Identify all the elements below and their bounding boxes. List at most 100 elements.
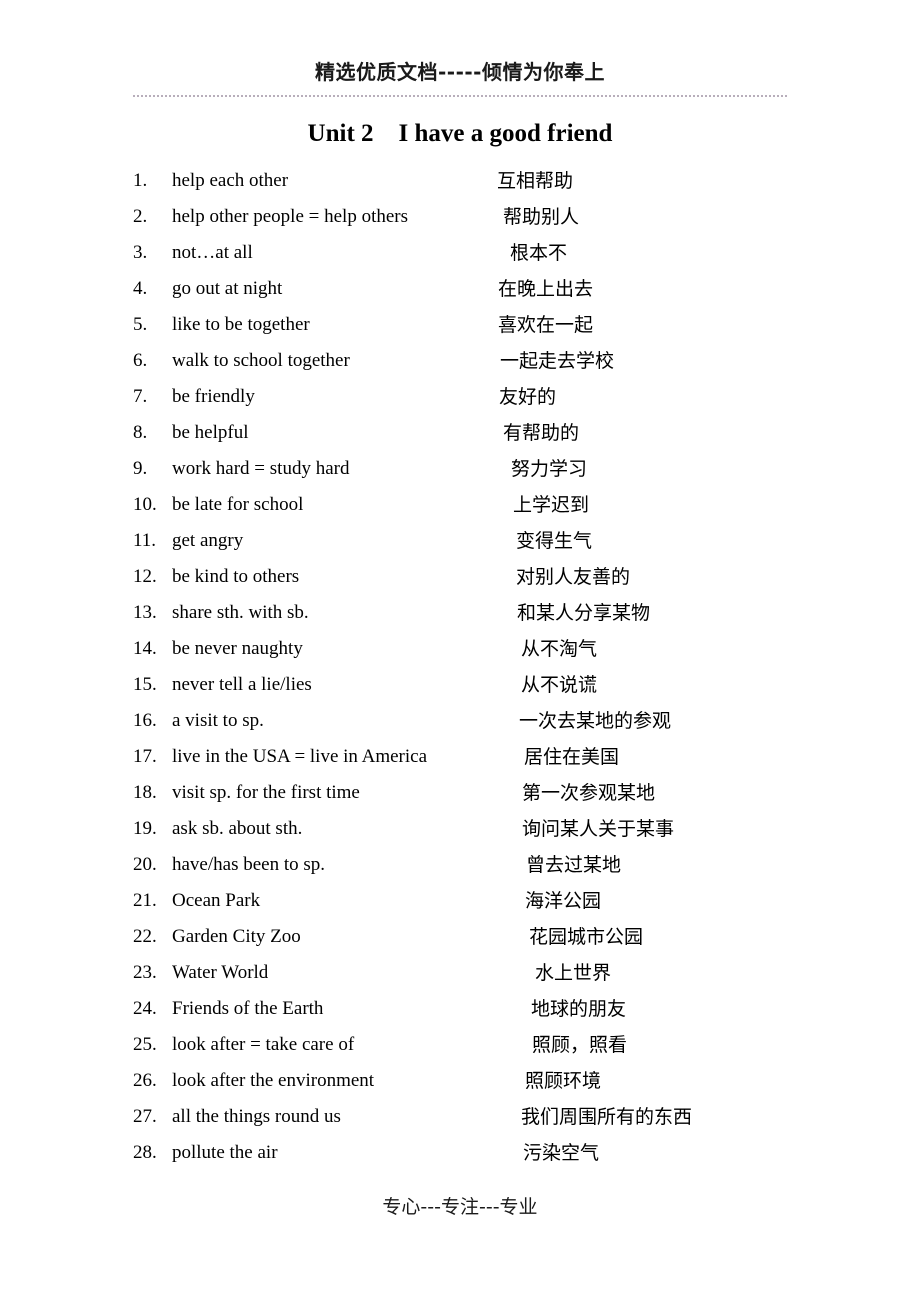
vocab-row: 3. not…at all 根本不 xyxy=(0,235,920,271)
vocab-row-number: 10. xyxy=(133,494,157,515)
vocab-row-english: pollute the air xyxy=(172,1142,278,1163)
vocab-row-chinese: 对别人友善的 xyxy=(516,566,631,588)
vocab-row: 5. like to be together 喜欢在一起 xyxy=(0,307,920,343)
vocab-row: 13. share sth. with sb. 和某人分享某物 xyxy=(0,595,920,631)
vocab-row-english: share sth. with sb. xyxy=(172,602,309,623)
vocab-row-chinese: 照顾环境 xyxy=(525,1070,602,1092)
vocabulary-list: 1. help each other 互相帮助 2. help other people… xyxy=(0,163,920,1171)
vocab-row: 4. go out at night 在晚上出去 xyxy=(0,271,920,307)
vocab-row-number: 15. xyxy=(133,674,157,695)
vocab-row-english: help each other xyxy=(172,170,289,191)
vocab-row: 9. work hard = study hard 努力学习 xyxy=(0,451,920,487)
vocab-row-number: 9. xyxy=(133,458,148,479)
vocab-row: 17. live in the USA = live in America 居住在美… xyxy=(0,739,920,775)
vocab-row-english: Ocean Park xyxy=(172,890,261,911)
vocab-row: 23. Water World 水上世界 xyxy=(0,955,920,991)
vocab-row-chinese: 地球的朋友 xyxy=(531,998,627,1020)
vocab-row: 8. be helpful 有帮助的 xyxy=(0,415,920,451)
vocab-row-number: 20. xyxy=(133,854,157,875)
vocab-row-english: help other people = help others xyxy=(172,206,409,227)
vocab-row: 27. all the things round us 我们周围所有的东西 xyxy=(0,1099,920,1135)
vocab-row: 28. pollute the air 污染空气 xyxy=(0,1135,920,1171)
vocab-row-number: 25. xyxy=(133,1034,157,1055)
vocab-row-chinese: 居住在美国 xyxy=(524,746,620,768)
vocab-row-english: look after = take care of xyxy=(172,1034,355,1055)
vocab-row-number: 28. xyxy=(133,1142,157,1163)
vocab-row-chinese: 第一次参观某地 xyxy=(522,782,656,804)
vocab-row: 24. Friends of the Earth 地球的朋友 xyxy=(0,991,920,1027)
vocab-row-english: go out at night xyxy=(172,278,283,299)
page-header-watermark: 精选优质文档-----倾情为你奉上 xyxy=(314,60,605,84)
vocab-row: 1. help each other 互相帮助 xyxy=(0,163,920,199)
vocab-row-number: 3. xyxy=(133,242,148,263)
vocab-row-number: 27. xyxy=(133,1106,157,1127)
vocab-row-number: 2. xyxy=(133,206,148,227)
vocab-row-english: never tell a lie/lies xyxy=(172,674,312,695)
page-title: Unit 2 I have a good friend xyxy=(307,120,613,147)
vocab-row-chinese: 友好的 xyxy=(499,386,557,408)
vocab-row-english: be friendly xyxy=(172,386,255,407)
vocab-row-number: 18. xyxy=(133,782,157,803)
vocab-row-number: 24. xyxy=(133,998,157,1019)
vocab-row-english: be never naughty xyxy=(172,638,303,659)
vocab-row-chinese: 询问某人关于某事 xyxy=(522,818,675,840)
vocab-row-chinese: 根本不 xyxy=(510,242,568,264)
vocab-row: 2. help other people = help others 帮助别人 xyxy=(0,199,920,235)
vocab-row-chinese: 上学迟到 xyxy=(513,494,590,516)
vocab-row-chinese: 曾去过某地 xyxy=(526,854,622,876)
vocab-row-english: a visit to sp. xyxy=(172,710,264,731)
vocab-row-english: ask sb. about sth. xyxy=(172,818,303,839)
vocab-row-english: Water World xyxy=(172,962,269,983)
vocab-row-chinese: 喜欢在一起 xyxy=(498,314,594,336)
vocab-row-english: be late for school xyxy=(172,494,304,515)
vocab-row: 15. never tell a lie/lies 从不说谎 xyxy=(0,667,920,703)
vocab-row-english: look after the environment xyxy=(172,1070,375,1091)
vocab-row: 20. have/has been to sp. 曾去过某地 xyxy=(0,847,920,883)
vocab-row-number: 21. xyxy=(133,890,157,911)
vocab-row-number: 11. xyxy=(133,530,157,551)
vocab-row-chinese: 变得生气 xyxy=(516,530,593,552)
vocab-row-number: 12. xyxy=(133,566,157,587)
vocab-row-number: 4. xyxy=(133,278,148,299)
vocab-row: 26. look after the environment 照顾环境 xyxy=(0,1063,920,1099)
vocab-row-chinese: 花园城市公园 xyxy=(529,926,644,948)
vocab-row-number: 6. xyxy=(133,350,148,371)
vocab-row-english: be kind to others xyxy=(172,566,300,587)
vocab-row: 12. be kind to others 对别人友善的 xyxy=(0,559,920,595)
vocab-row: 6. walk to school together 一起走去学校 xyxy=(0,343,920,379)
vocab-row: 7. be friendly 友好的 xyxy=(0,379,920,415)
vocab-row-chinese: 互相帮助 xyxy=(497,170,574,192)
vocab-row-english: be helpful xyxy=(172,422,249,443)
document-page: 精选优质文档-----倾情为你奉上 Unit 2 I have a good f… xyxy=(0,0,920,1302)
vocab-row-english: walk to school together xyxy=(172,350,350,371)
vocab-row-english: Garden City Zoo xyxy=(172,926,301,947)
vocab-row-number: 13. xyxy=(133,602,157,623)
page-footer-text: 专心---专注---专业 xyxy=(382,1196,538,1218)
vocab-row-english: work hard = study hard xyxy=(172,458,350,479)
vocab-row-chinese: 从不说谎 xyxy=(521,674,598,696)
vocab-row-number: 7. xyxy=(133,386,148,407)
vocab-row-chinese: 水上世界 xyxy=(535,962,612,984)
vocab-row-chinese: 我们周围所有的东西 xyxy=(521,1106,693,1128)
vocab-row: 14. be never naughty 从不淘气 xyxy=(0,631,920,667)
vocab-row: 22. Garden City Zoo 花园城市公园 xyxy=(0,919,920,955)
vocab-row-english: all the things round us xyxy=(172,1106,341,1127)
vocab-row-chinese: 和某人分享某物 xyxy=(517,602,651,624)
header-divider-rule xyxy=(133,95,787,97)
vocab-row-chinese: 污染空气 xyxy=(523,1142,600,1164)
vocab-row-number: 17. xyxy=(133,746,157,767)
vocab-row: 18. visit sp. for the first time 第一次参观某地 xyxy=(0,775,920,811)
vocab-row-chinese: 努力学习 xyxy=(511,458,588,480)
vocab-row-english: like to be together xyxy=(172,314,310,335)
vocab-row-number: 23. xyxy=(133,962,157,983)
vocab-row-number: 19. xyxy=(133,818,157,839)
vocab-row: 16. a visit to sp. 一次去某地的参观 xyxy=(0,703,920,739)
vocab-row: 21. Ocean Park 海洋公园 xyxy=(0,883,920,919)
vocab-row-number: 5. xyxy=(133,314,148,335)
vocab-row: 10. be late for school 上学迟到 xyxy=(0,487,920,523)
vocab-row-chinese: 在晚上出去 xyxy=(498,278,594,300)
vocab-row-chinese: 一次去某地的参观 xyxy=(519,710,672,732)
vocab-row-chinese: 帮助别人 xyxy=(503,206,580,228)
vocab-row-number: 26. xyxy=(133,1070,157,1091)
vocab-row-number: 16. xyxy=(133,710,157,731)
